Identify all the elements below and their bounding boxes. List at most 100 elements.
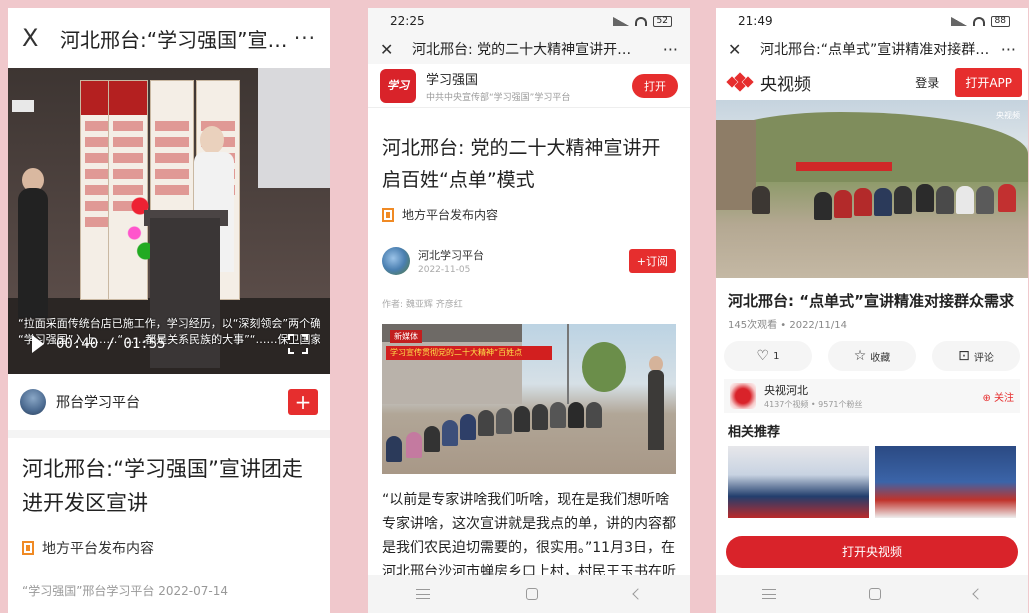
channel-row: 央视河北 4137个视频 • 9571个粉丝 ⊕ 关注 [724, 379, 1020, 413]
video-player[interactable]: “拉面采面传统台店已施工作，学习经历，以“深刻领会”两个确立”的决定性意义 “学… [8, 68, 330, 374]
video-time: 00:40 / 01:55 [56, 336, 166, 352]
open-app-button[interactable]: 打开APP [955, 67, 1022, 97]
page-title: 河北邢台:“点单式”宣讲精准对接群… [760, 42, 990, 58]
favorite-button[interactable]: ☆ 收藏 [828, 341, 916, 371]
action-row: ♡ 1 ☆ 收藏 ⊡ 评论 [716, 331, 1028, 371]
account-row: 邢台学习平台 + [8, 374, 330, 430]
site-header: 央视频 登录 打开APP [716, 64, 1028, 100]
menu-icon[interactable] [762, 589, 777, 599]
source-label: 地方平台发布内容 [8, 520, 330, 558]
video-controls: 00:40 / 01:55 [32, 335, 166, 353]
favorite-label: 收藏 [870, 352, 891, 364]
photo-tag: 新媒体 [390, 330, 422, 343]
phone-screen-1: X 河北邢台:“学习强国”宣讲团走进开… ··· “拉面采面传统台店已施工作，学… [8, 8, 330, 613]
hillside [716, 112, 1028, 182]
fullscreen-icon[interactable] [288, 334, 308, 354]
close-icon[interactable]: ✕ [380, 40, 402, 59]
comment-label: 评论 [973, 352, 994, 364]
seated-crowd [382, 402, 612, 474]
close-icon[interactable]: ✕ [728, 40, 750, 59]
status-icons: 52 [612, 15, 672, 27]
person [814, 192, 832, 220]
more-icon[interactable]: ··· [993, 40, 1016, 59]
like-count: 1 [773, 350, 780, 362]
person [956, 186, 974, 214]
battery-icon: 52 [652, 15, 672, 27]
red-banner [522, 346, 552, 360]
source-text: 地方平台发布内容 [42, 541, 154, 557]
site-logo[interactable]: 央视频 [726, 70, 915, 95]
top-nav: X 河北邢台:“学习强国”宣讲团走进开… ··· [8, 8, 330, 68]
more-icon[interactable]: ··· [655, 40, 678, 59]
bookmark-icon [382, 207, 394, 222]
author-line: 作者: 魏亚辉 齐彦红 [382, 300, 463, 310]
logo-icon [726, 72, 754, 92]
watermark: 央视频 [996, 111, 1020, 120]
top-nav: ✕ 河北邢台:“点单式”宣讲精准对接群… ··· [716, 34, 1028, 64]
comment-icon: ⊡ [958, 348, 970, 364]
source-label: 地方平台发布内容 [368, 196, 690, 223]
channel-name[interactable]: 央视河北 [764, 382, 982, 398]
related-heading: 相关推荐 [728, 425, 781, 440]
article-headline: 河北邢台:“学习强国”宣讲团走进开发区宣讲 [22, 457, 303, 515]
login-link[interactable]: 登录 [915, 74, 939, 91]
follow-button[interactable]: ⊕ 关注 [982, 389, 1014, 404]
battery-icon: 88 [990, 15, 1010, 27]
comment-button[interactable]: ⊡ 评论 [932, 341, 1020, 371]
video-logo [12, 100, 34, 112]
speaker [200, 126, 224, 154]
account-row: 河北学习平台 2022-11-05 +订阅 [368, 223, 690, 275]
avatar[interactable] [382, 247, 410, 275]
person [998, 184, 1016, 212]
account-name[interactable]: 河北学习平台 [418, 247, 629, 263]
page-title: 河北邢台:“学习强国”宣讲团走进开… [60, 27, 294, 52]
related-list [716, 440, 1028, 518]
divider [8, 430, 330, 438]
person [936, 186, 954, 214]
system-navbar [716, 575, 1028, 613]
more-icon[interactable]: ··· [294, 26, 316, 50]
back-icon[interactable] [632, 588, 644, 600]
person [916, 184, 934, 212]
speaker [648, 370, 664, 450]
account-date: 2022-11-05 [418, 265, 471, 275]
open-app-button[interactable]: 打开 [632, 73, 678, 98]
account-name[interactable]: 邢台学习平台 [56, 392, 288, 412]
pole [567, 324, 569, 404]
menu-icon[interactable] [416, 589, 430, 599]
person [752, 186, 770, 214]
video-cover[interactable]: 央视频 [716, 100, 1028, 278]
like-button[interactable]: ♡ 1 [724, 341, 812, 371]
status-bar: 21:49 88 [716, 8, 1028, 34]
play-icon[interactable] [32, 335, 44, 353]
person [854, 188, 872, 216]
open-app-cta-button[interactable]: 打开央视频 [726, 536, 1018, 568]
video-window [258, 68, 330, 188]
status-time: 21:49 [738, 14, 773, 28]
app-name: 学习强国 [426, 72, 479, 88]
back-icon[interactable] [971, 588, 984, 600]
app-banner: 学习 学习强国 中共中央宣传部“学习强国”学习平台 打开 [368, 64, 690, 108]
related-thumbnail[interactable] [728, 446, 869, 518]
follow-label: 关注 [994, 392, 1014, 404]
red-banner: 学习宣传贯彻党的二十大精神“百姓点单” [386, 346, 526, 360]
article-meta: “学习强国”邢台学习平台 2022-07-14 [22, 584, 228, 598]
top-nav: ✕ 河北邢台: 党的二十大精神宣讲开… ··· [368, 34, 690, 64]
article-headline: 河北邢台: 党的二十大精神宣讲开启百姓“点单”模式 [382, 137, 661, 191]
audience-member [18, 188, 48, 318]
channel-avatar[interactable] [730, 383, 756, 409]
article-photo[interactable]: 学习宣传贯彻党的二十大精神“百姓点单” 新媒体 [382, 324, 676, 474]
home-icon[interactable] [526, 588, 538, 600]
subscribe-button[interactable]: +订阅 [628, 249, 676, 273]
phone-screen-3: 21:49 88 ✕ 河北邢台:“点单式”宣讲精准对接群… ··· 央视频 登录… [716, 8, 1028, 613]
channel-stats: 4137个视频 • 9571个粉丝 [764, 400, 863, 409]
close-icon[interactable]: X [22, 24, 52, 52]
stone-wall [716, 120, 756, 210]
follow-button[interactable]: + [288, 389, 318, 415]
related-thumbnail[interactable] [875, 446, 1016, 518]
wifi-icon [634, 16, 647, 26]
home-icon[interactable] [868, 588, 881, 600]
video-headline: 河北邢台: “点单式”宣讲精准对接群众需求 [728, 292, 1014, 310]
avatar[interactable] [20, 389, 46, 415]
status-time: 22:25 [390, 14, 425, 28]
